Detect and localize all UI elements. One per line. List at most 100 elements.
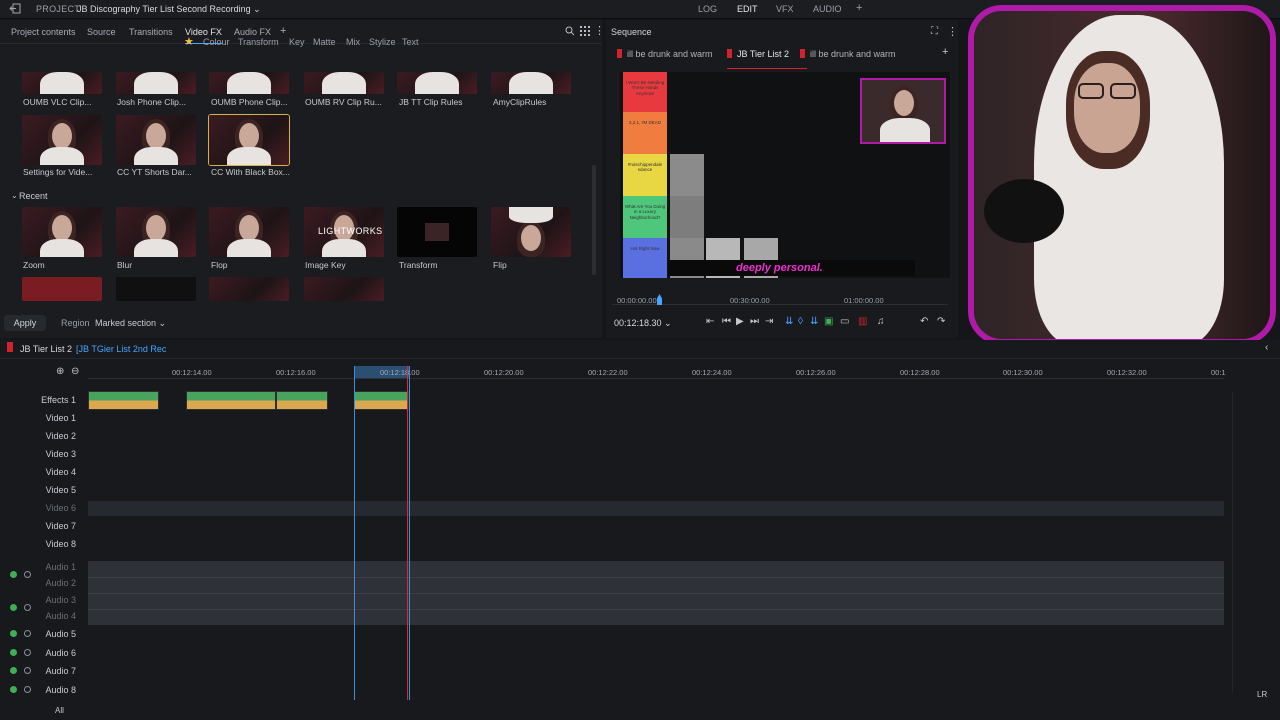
track-label-video-1[interactable]: Video 1 — [14, 413, 76, 423]
mode-tab-log[interactable]: LOG — [698, 4, 717, 14]
recent-effect-thumbnail[interactable] — [491, 207, 571, 257]
timeline-ruler[interactable] — [88, 378, 1224, 379]
audio-enable-toggle[interactable] — [10, 630, 17, 637]
all-tracks-toggle[interactable]: All — [55, 706, 64, 715]
effect-thumbnail[interactable] — [304, 72, 384, 94]
tab-project-contents[interactable]: Project contents — [11, 27, 76, 37]
recent-effect-thumbnail[interactable] — [22, 277, 102, 301]
redo-icon[interactable]: ↷ — [937, 316, 945, 327]
sequence-tab-1[interactable]: ill be drunk and warm — [617, 49, 713, 59]
track-label-video-2[interactable]: Video 2 — [14, 431, 76, 441]
effect-thumbnail[interactable] — [22, 72, 102, 94]
audio-solo-toggle[interactable] — [24, 630, 31, 637]
exit-project-icon[interactable] — [9, 3, 21, 14]
mode-tab-vfx[interactable]: VFX — [776, 4, 794, 14]
grid-view-icon[interactable] — [580, 26, 590, 36]
mark-out-icon[interactable]: ⇊ — [810, 316, 818, 327]
recent-effect-thumbnail[interactable] — [116, 207, 196, 257]
recent-effect-thumbnail[interactable] — [209, 277, 289, 301]
project-title-dropdown[interactable]: JB Discography Tier List Second Recordin… — [77, 4, 261, 15]
subtab-transform[interactable]: Transform — [238, 37, 279, 47]
audio-enable-toggle[interactable] — [10, 667, 17, 674]
overwrite-icon[interactable]: ▥ — [858, 316, 867, 327]
subtab-colour[interactable]: Colour — [203, 37, 230, 47]
sequence-tab-3[interactable]: ill be drunk and warm — [800, 49, 896, 59]
recent-effect-thumbnail[interactable] — [116, 277, 196, 301]
recent-effect-thumbnail[interactable]: LIGHTWORKS — [304, 207, 384, 257]
region-dropdown[interactable]: Marked section ⌄ — [95, 318, 166, 329]
track-label-effects-1[interactable]: Effects 1 — [14, 395, 76, 405]
audio-solo-toggle[interactable] — [24, 604, 31, 611]
insert-icon[interactable]: ▭ — [840, 316, 849, 327]
subtab-stylize[interactable]: Stylize — [369, 37, 396, 47]
timecode-display[interactable]: 00:12:18.30 ⌄ — [614, 318, 672, 329]
next-frame-icon[interactable]: ⏭ — [750, 316, 759, 327]
track-label-video-7[interactable]: Video 7 — [14, 521, 76, 531]
recent-effect-thumbnail[interactable] — [22, 207, 102, 257]
subtab-key[interactable]: Key — [289, 37, 305, 47]
audio-solo-toggle[interactable] — [24, 686, 31, 693]
track-label-audio-1[interactable]: Audio 1 — [14, 562, 76, 572]
tab-transitions[interactable]: Transitions — [129, 27, 173, 37]
viewer-menu-icon[interactable]: ⋮ — [947, 25, 958, 38]
collapse-panel-icon[interactable]: ‹ — [1265, 342, 1268, 353]
zoom-in-icon[interactable]: ⊕ — [56, 366, 64, 377]
track-label-audio-2[interactable]: Audio 2 — [14, 578, 76, 588]
audio-solo-toggle[interactable] — [24, 649, 31, 656]
effect-clip[interactable] — [354, 391, 409, 410]
add-sequence-tab-button[interactable]: + — [942, 46, 948, 58]
sequence-tab-2[interactable]: JB Tier List 2 — [727, 49, 789, 59]
undo-icon[interactable]: ↶ — [920, 316, 928, 327]
video-preview[interactable]: I Won't Be Needing These Hands Anymore 3… — [620, 72, 950, 278]
tab-source[interactable]: Source — [87, 27, 116, 37]
effect-thumbnail[interactable] — [209, 72, 289, 94]
subtab-mix[interactable]: Mix — [346, 37, 360, 47]
subtab-matte[interactable]: Matte — [313, 37, 336, 47]
recent-section-header[interactable]: Recent — [19, 191, 48, 201]
add-cue-icon[interactable]: ▣ — [824, 316, 833, 327]
mode-tab-edit[interactable]: EDIT — [737, 4, 758, 14]
favourites-star-icon[interactable]: ★ — [184, 35, 194, 48]
collapse-chevron-icon[interactable]: ⌄ — [11, 191, 18, 200]
previous-frame-icon[interactable]: ⏮ — [722, 316, 731, 327]
go-to-start-icon[interactable]: ⇤ — [706, 316, 714, 327]
play-icon[interactable]: ▶ — [736, 316, 744, 327]
mark-clip-icon[interactable]: ◊ — [798, 316, 803, 327]
track-label-audio-3[interactable]: Audio 3 — [14, 595, 76, 605]
add-mode-button[interactable]: + — [856, 2, 862, 14]
track-label-audio-4[interactable]: Audio 4 — [14, 611, 76, 621]
effect-clip[interactable] — [88, 391, 159, 410]
effect-thumbnail[interactable] — [397, 72, 477, 94]
tab-audio-fx[interactable]: Audio FX — [234, 27, 271, 37]
effect-thumbnail[interactable] — [116, 72, 196, 94]
recent-effect-thumbnail[interactable] — [397, 207, 477, 257]
subtab-text[interactable]: Text — [402, 37, 419, 47]
panel-menu-icon[interactable]: ⋮ — [594, 24, 605, 37]
effect-thumbnail[interactable] — [22, 115, 102, 165]
track-label-video-4[interactable]: Video 4 — [14, 467, 76, 477]
add-tab-button[interactable]: + — [280, 25, 286, 37]
effect-thumbnail[interactable] — [491, 72, 571, 94]
effect-thumbnail[interactable] — [116, 115, 196, 165]
effect-thumbnail-selected[interactable] — [208, 114, 290, 166]
timeline-playhead[interactable] — [407, 366, 408, 700]
audio-enable-toggle[interactable] — [10, 571, 17, 578]
track-label-video-6[interactable]: Video 6 — [14, 503, 76, 513]
video-6-clips[interactable] — [88, 501, 1224, 516]
track-label-video-3[interactable]: Video 3 — [14, 449, 76, 459]
audio-enable-toggle[interactable] — [10, 686, 17, 693]
apply-button[interactable]: Apply — [4, 315, 46, 331]
panel-scrollbar[interactable] — [592, 165, 596, 275]
track-label-video-8[interactable]: Video 8 — [14, 539, 76, 549]
audio-scrub-icon[interactable]: ♫ — [877, 316, 885, 327]
go-to-end-icon[interactable]: ⇥ — [765, 316, 773, 327]
audio-solo-toggle[interactable] — [24, 667, 31, 674]
mode-tab-audio[interactable]: AUDIO — [813, 4, 842, 14]
track-label-video-5[interactable]: Video 5 — [14, 485, 76, 495]
effect-clip[interactable] — [186, 391, 276, 410]
recent-effect-thumbnail[interactable] — [304, 277, 384, 301]
audio-enable-toggle[interactable] — [10, 604, 17, 611]
audio-solo-toggle[interactable] — [24, 571, 31, 578]
effect-clip[interactable] — [276, 391, 328, 410]
mark-in-icon[interactable]: ⇊ — [785, 316, 793, 327]
